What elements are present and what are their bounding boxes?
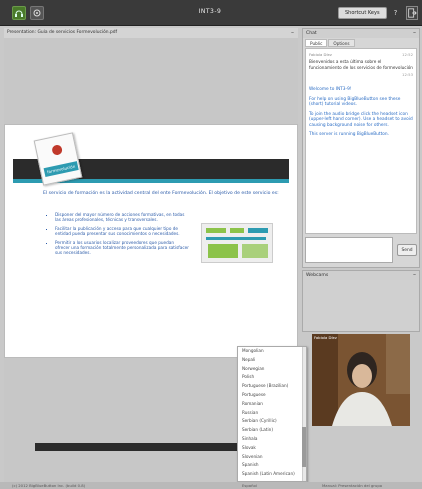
chat-minimize-button[interactable]: –: [413, 29, 416, 37]
language-option[interactable]: Sinhala: [238, 435, 306, 444]
slide-bullet-list: Disponer del mayor número de acciones fo…: [55, 212, 189, 259]
top-toolbar: INT3-9 Shortcut Keys ?: [0, 0, 422, 26]
language-option[interactable]: Polish: [238, 373, 306, 382]
language-option[interactable]: Portuguese: [238, 391, 306, 400]
welcome-line: This server is running BigBlueButton.: [309, 132, 389, 137]
shortcut-keys-button[interactable]: Shortcut Keys: [338, 7, 387, 19]
message-time: 12:53: [402, 72, 413, 77]
headset-button[interactable]: [12, 6, 26, 20]
chat-tabs: Public Options: [305, 39, 356, 47]
presentation-minimize-button[interactable]: –: [291, 28, 294, 37]
logo-mark-icon: [51, 144, 64, 156]
webcam-video[interactable]: Fabiola Díez: [312, 334, 410, 426]
tab-options[interactable]: Options: [328, 39, 355, 47]
chat-panel: Chat – Public Options Fabiola Díez 12:52 …: [302, 28, 420, 268]
chat-messages[interactable]: Fabiola Díez 12:52 Bienvenidos a esta úl…: [305, 48, 417, 234]
language-option[interactable]: Russian: [238, 409, 306, 418]
webcam-icon: [33, 9, 41, 17]
message-sender: Fabiola Díez: [309, 52, 332, 57]
presentation-slide: formevolución El servicio de formación e…: [4, 124, 298, 451]
help-button[interactable]: ?: [390, 7, 401, 19]
language-option[interactable]: Mongolian: [238, 347, 306, 356]
language-dropdown-list[interactable]: Mongolian Nepali Norwegian Polish Portug…: [237, 346, 307, 482]
slide-bullet: Facilitar la publicación y acceso para q…: [55, 226, 189, 237]
presentation-header: Presentation: Guía de servicios Formevol…: [4, 28, 298, 38]
headset-icon: [15, 10, 23, 17]
welcome-line: To join the audio bridge click the heads…: [309, 111, 413, 128]
slide-website-screenshot: [201, 223, 273, 263]
dropdown-scrollbar[interactable]: [302, 347, 306, 481]
dropdown-scrollbar-thumb[interactable]: [302, 427, 306, 467]
language-option[interactable]: Romanian: [238, 400, 306, 409]
logout-icon: [408, 8, 417, 18]
webcam-button[interactable]: [30, 6, 44, 20]
webcam-user-label: Fabiola Díez: [314, 335, 337, 340]
webcams-minimize-button[interactable]: –: [413, 271, 416, 279]
language-option[interactable]: Serbian (Cyrillic): [238, 417, 306, 426]
tab-public[interactable]: Public: [305, 39, 328, 47]
slide-bullet: Permitir a los usuarios localizar provee…: [55, 240, 189, 256]
message-time: 12:52: [402, 52, 413, 57]
webcam-feed-image: [312, 334, 410, 426]
welcome-line: For help on using BigBlueButton see thes…: [309, 96, 401, 108]
language-option[interactable]: Portuguese (Brazilian): [238, 382, 306, 391]
language-option[interactable]: Nepali: [238, 356, 306, 365]
welcome-message: Welcome to INT3-9! For help on using Big…: [309, 87, 413, 138]
language-option[interactable]: Slovak: [238, 444, 306, 453]
slide-intro-text: El servicio de formación es la actividad…: [43, 191, 279, 196]
copyright-text: (c) 2012 BigBlueButton Inc. (build 0.8): [12, 483, 86, 488]
send-button[interactable]: Send: [397, 244, 417, 256]
language-option[interactable]: Slovenian: [238, 453, 306, 462]
welcome-line: Welcome to INT3-9!: [309, 87, 352, 92]
webcams-panel: Webcams –: [302, 270, 420, 332]
slide-bullet: Disponer del mayor número de acciones fo…: [55, 212, 189, 223]
logo-text: formevolución: [43, 161, 79, 177]
logout-button[interactable]: [406, 6, 418, 20]
formevolucion-logo: formevolución: [33, 132, 83, 186]
language-option[interactable]: Serbian (Latin): [238, 426, 306, 435]
language-option[interactable]: Norwegian: [238, 365, 306, 374]
footer-right-text: Manual: Presentación del grupo: [322, 483, 383, 488]
chat-header: Chat: [303, 29, 419, 38]
meeting-title: INT3-9: [198, 8, 222, 15]
language-select[interactable]: Español: [242, 482, 257, 489]
language-option[interactable]: Spanish: [238, 461, 306, 470]
message-text: Bienvenidos a esta última sobre el funci…: [309, 59, 413, 70]
webcams-header: Webcams: [303, 271, 419, 280]
chat-message-input[interactable]: [305, 237, 393, 263]
footer-bar: (c) 2012 BigBlueButton Inc. (build 0.8) …: [0, 482, 422, 489]
language-option[interactable]: Spanish (Latin American): [238, 470, 306, 479]
